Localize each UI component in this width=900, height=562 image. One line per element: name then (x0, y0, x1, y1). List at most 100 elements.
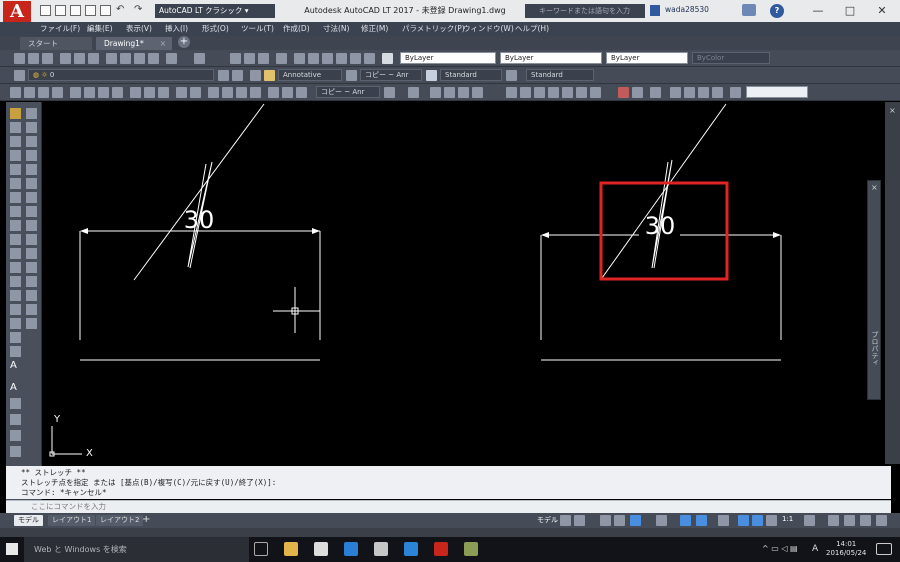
inspection-icon[interactable] (236, 87, 247, 98)
explode-icon[interactable] (26, 318, 37, 329)
gradient-icon[interactable] (10, 318, 21, 329)
point-icon[interactable] (10, 290, 21, 301)
tab-drawing1[interactable]: Drawing1* × (96, 37, 172, 50)
match-prop-icon[interactable] (148, 53, 159, 64)
pan-icon[interactable] (230, 53, 241, 64)
snap-icon[interactable] (574, 515, 585, 526)
view4-icon[interactable] (712, 87, 723, 98)
zoom-window-icon[interactable] (258, 53, 269, 64)
view5-icon[interactable] (730, 87, 741, 98)
constraint2-icon[interactable] (444, 87, 455, 98)
fillet-icon[interactable] (26, 304, 37, 315)
dist-icon[interactable] (10, 446, 21, 457)
pline-icon[interactable] (10, 136, 21, 147)
copy-icon[interactable] (120, 53, 131, 64)
ortho-icon[interactable] (600, 515, 611, 526)
tablestyle-icon[interactable] (426, 70, 437, 81)
layer-prev-icon[interactable] (232, 70, 243, 81)
preview-icon[interactable] (74, 53, 85, 64)
keyword-search-input[interactable]: キーワードまたは語句を入力 (525, 4, 645, 18)
dim-quick-icon[interactable] (130, 87, 141, 98)
join-icon[interactable] (26, 276, 37, 287)
qsaveas-icon[interactable] (85, 5, 96, 16)
ellipse-arc-icon[interactable] (10, 248, 21, 259)
dimstyle-icon[interactable] (346, 70, 357, 81)
autocad-taskbar-icon[interactable] (434, 542, 448, 556)
dim-override-icon[interactable] (384, 87, 395, 98)
undo-icon[interactable]: ↶ (116, 4, 124, 15)
app-taskbar-icon[interactable] (464, 542, 478, 556)
menu-parametric[interactable]: パラメトリック(P) (402, 23, 465, 34)
trim-icon[interactable] (26, 234, 37, 245)
annotation-scale-value[interactable]: 1:1 (782, 515, 793, 523)
dim-angular-icon[interactable] (112, 87, 123, 98)
maximize-button[interactable]: □ (840, 3, 860, 19)
units-icon[interactable] (844, 515, 855, 526)
menu-format[interactable]: 形式(O) (202, 23, 229, 34)
menu-help[interactable]: ヘルプ(H) (515, 23, 549, 34)
view-dropdown[interactable] (746, 86, 808, 98)
cut-icon[interactable] (106, 53, 117, 64)
color-dropdown[interactable]: ByLayer (400, 52, 496, 64)
linetype-dropdown[interactable]: ByLayer (500, 52, 602, 64)
media-icon[interactable] (374, 542, 388, 556)
sheetset-icon[interactable] (336, 53, 347, 64)
ie-icon[interactable] (404, 542, 418, 556)
props-close-icon[interactable]: × (871, 183, 878, 192)
plot-icon[interactable] (60, 53, 71, 64)
snap1-icon[interactable] (506, 87, 517, 98)
drawing-canvas[interactable]: 30 30 Y X (42, 102, 890, 466)
xline-icon[interactable] (10, 122, 21, 133)
auto-scale-icon[interactable] (752, 515, 763, 526)
tab-model[interactable]: モデル (14, 515, 43, 526)
lineweight-dropdown[interactable]: ByLayer (606, 52, 688, 64)
plotstyle-dropdown[interactable]: ByColor (692, 52, 770, 64)
edge-icon[interactable] (344, 542, 358, 556)
dim-baseline-icon[interactable] (144, 87, 155, 98)
arc-icon[interactable] (10, 178, 21, 189)
calc-icon[interactable] (364, 53, 375, 64)
taskbar-clock[interactable]: 14:01 2016/05/24 (826, 540, 866, 558)
text-icon[interactable]: A (10, 382, 21, 393)
dim-break-icon[interactable] (190, 87, 201, 98)
tray-icons[interactable]: ^ ▭ ◁ ▤ (762, 544, 798, 553)
annoscale-dropdown[interactable]: Annotative (278, 69, 342, 81)
polygon-icon[interactable] (10, 150, 21, 161)
otrack-icon[interactable] (656, 515, 667, 526)
menu-modify[interactable]: 修正(M) (361, 23, 388, 34)
rectangle-icon[interactable] (10, 164, 21, 175)
workspace-dropdown[interactable]: AutoCAD LT クラシック ▾ (155, 4, 275, 18)
layer-state-icon[interactable] (250, 70, 261, 81)
properties-palette[interactable]: × プロパティ (867, 180, 881, 400)
add-layout-button[interactable]: + (142, 514, 150, 525)
designcenter-icon[interactable] (308, 53, 319, 64)
redo-tb-icon[interactable] (194, 53, 205, 64)
textstyle-dropdown[interactable]: コピー ~ Anr (360, 69, 422, 81)
new-icon[interactable] (14, 53, 25, 64)
command-input[interactable]: ここにコマンドを入力 (6, 500, 891, 513)
rotate-icon[interactable] (26, 192, 37, 203)
right-dock-close-icon[interactable]: × (889, 106, 896, 115)
insert-icon[interactable] (10, 262, 21, 273)
break-icon[interactable] (26, 262, 37, 273)
open-icon[interactable] (28, 53, 39, 64)
help-button[interactable]: ? (770, 4, 784, 18)
zoom-realtime-icon[interactable] (10, 398, 21, 409)
minimize-button[interactable]: — (808, 3, 828, 19)
menu-draw[interactable]: 作成(D) (283, 23, 310, 34)
snap6-icon[interactable] (576, 87, 587, 98)
scale-icon[interactable] (26, 206, 37, 217)
snap7-icon[interactable] (590, 87, 601, 98)
line-icon[interactable] (10, 108, 21, 119)
dimstyle2-dropdown[interactable]: コピー ~ Anr (316, 86, 380, 98)
menu-view[interactable]: 表示(V) (126, 23, 152, 34)
snap5-icon[interactable] (562, 87, 573, 98)
redo-icon[interactable]: ↷ (134, 4, 142, 15)
center-mark-icon[interactable] (222, 87, 233, 98)
menu-insert[interactable]: 挿入(I) (165, 23, 188, 34)
ellipse-icon[interactable] (10, 234, 21, 245)
undo-tb-icon[interactable] (166, 53, 177, 64)
erase-icon[interactable] (26, 108, 37, 119)
menu-file[interactable]: ファイル(F) (40, 23, 80, 34)
transparency-icon[interactable] (696, 515, 707, 526)
